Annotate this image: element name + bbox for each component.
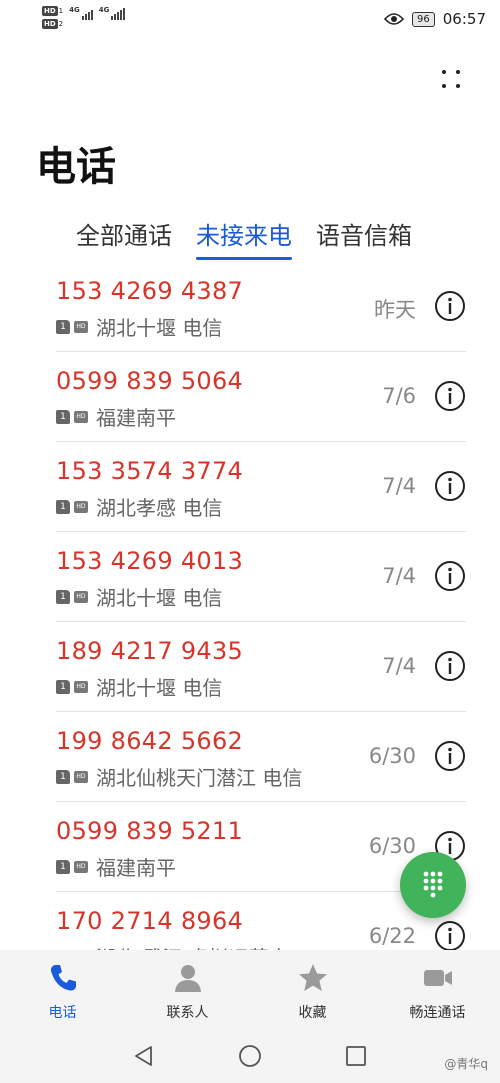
dialpad-button[interactable] <box>400 852 466 918</box>
info-icon[interactable] <box>434 470 466 502</box>
sim1-hd-badge: HD 1 <box>42 6 64 16</box>
sim2-hd-badge: HD 2 <box>42 19 64 29</box>
call-meta: 1 HD 湖北孝感 电信 <box>56 492 222 521</box>
hd-call-icon: HD <box>74 770 88 783</box>
call-date: 7/4 <box>382 564 416 588</box>
eye-comfort-icon <box>384 13 405 25</box>
caller-number: 0599 839 5211 <box>56 817 244 845</box>
tab-voicemail[interactable]: 语音信箱 <box>316 216 412 260</box>
sim-card-icon: 1 <box>56 859 70 874</box>
caller-number: 199 8642 5662 <box>56 727 244 755</box>
recents-square-icon[interactable] <box>344 1044 368 1068</box>
call-meta: 1 HD 福建南平 <box>56 402 176 431</box>
call-date: 7/6 <box>382 384 416 408</box>
nav-phone[interactable]: 电话 <box>0 950 125 1030</box>
clock: 06:57 <box>442 10 486 28</box>
caller-number: 0599 839 5064 <box>56 367 244 395</box>
video-call-icon <box>423 970 452 986</box>
call-date: 7/4 <box>382 654 416 678</box>
call-date: 6/30 <box>368 744 416 768</box>
home-circle-icon[interactable] <box>238 1044 262 1068</box>
contacts-icon <box>174 965 201 992</box>
more-dots-icon[interactable] <box>440 68 462 90</box>
battery-indicator: 96 <box>412 11 435 27</box>
status-bar: HD 1 HD 2 4G 4G 96 06:57 <box>0 0 500 40</box>
caller-number: 153 4269 4013 <box>56 547 244 575</box>
phone-icon <box>50 965 76 991</box>
nav-favorites[interactable]: 收藏 <box>250 950 375 1030</box>
info-icon[interactable] <box>434 740 466 772</box>
tab-missed-calls[interactable]: 未接来电 <box>196 216 292 260</box>
info-icon[interactable] <box>434 290 466 322</box>
missed-call-list: 153 4269 4387 1 HD 湖北十堰 电信 昨天 0599 839 5064 1 H… <box>56 262 466 950</box>
info-icon[interactable] <box>434 920 466 950</box>
back-triangle-icon[interactable] <box>132 1044 156 1068</box>
caller-location: 福建南平 <box>96 856 176 880</box>
caller-location: 湖北仙桃天门潜江 电信 <box>96 766 303 790</box>
network-type-2: 4G <box>98 6 110 14</box>
sim-card-icon: 1 <box>56 319 70 334</box>
info-icon[interactable] <box>434 560 466 592</box>
hd-call-icon: HD <box>74 680 88 693</box>
sim-card-icon: 1 <box>56 769 70 784</box>
call-row[interactable]: 189 4217 9435 1 HD 湖北十堰 电信 7/4 <box>56 622 466 712</box>
network-type-1: 4G <box>69 6 80 14</box>
call-row[interactable]: 153 4269 4387 1 HD 湖北十堰 电信 昨天 <box>56 262 466 352</box>
tab-all-calls[interactable]: 全部通话 <box>76 216 172 260</box>
call-meta: 1 HD 福建南平 <box>56 852 176 881</box>
caller-location: 湖北十堰 电信 <box>96 676 223 700</box>
call-row[interactable]: 199 8642 5662 1 HD 湖北仙桃天门潜江 电信 6/30 <box>56 712 466 802</box>
call-meta: 1HD湖北 武汉 虚拟运营商 <box>56 942 289 950</box>
call-date: 昨天 <box>374 298 416 322</box>
bottom-navigation: 电话 联系人 收藏 畅连通话 <box>0 950 500 1030</box>
call-meta: 1 HD 湖北十堰 电信 <box>56 312 222 341</box>
call-row[interactable]: 153 3574 3774 1 HD 湖北孝感 电信 7/4 <box>56 442 466 532</box>
caller-number: 153 4269 4387 <box>56 277 244 305</box>
hd-call-icon: HD <box>74 320 88 333</box>
nav-meetime[interactable]: 畅连通话 <box>375 950 500 1030</box>
call-date: 6/22 <box>368 924 416 948</box>
caller-number: 153 3574 3774 <box>56 457 244 485</box>
sim-card-icon: 1 <box>56 499 70 514</box>
caller-number: 170 2714 8964 <box>56 907 244 935</box>
signal-bars-2-icon <box>111 8 126 20</box>
sim-card-icon: 1 <box>56 589 70 604</box>
hd-call-icon: HD <box>74 860 88 873</box>
nav-contacts[interactable]: 联系人 <box>125 950 250 1030</box>
signal-indicators: HD 1 HD 2 4G 4G <box>42 6 126 29</box>
call-meta: 1 HD 湖北仙桃天门潜江 电信 <box>56 762 302 791</box>
call-date: 7/4 <box>382 474 416 498</box>
caller-number: 189 4217 9435 <box>56 637 244 665</box>
dialpad-icon <box>423 871 443 898</box>
system-navigation-bar <box>0 1030 500 1083</box>
hd-call-icon: HD <box>74 410 88 423</box>
info-icon[interactable] <box>434 380 466 412</box>
call-tabs: 全部通话 未接来电 语音信箱 <box>76 216 412 260</box>
call-row[interactable]: 0599 839 5064 1 HD 福建南平 7/6 <box>56 352 466 442</box>
caller-location: 湖北十堰 电信 <box>96 586 223 610</box>
signal-bars-1-icon <box>81 8 93 20</box>
caller-location: 湖北十堰 电信 <box>96 316 223 340</box>
caller-location: 湖北孝感 电信 <box>96 496 223 520</box>
watermark: @青华q <box>444 1057 488 1071</box>
hd-call-icon: HD <box>74 500 88 513</box>
call-row[interactable]: 153 4269 4013 1 HD 湖北十堰 电信 7/4 <box>56 532 466 622</box>
info-icon[interactable] <box>434 650 466 682</box>
call-meta: 1 HD 湖北十堰 电信 <box>56 672 222 701</box>
sim-card-icon: 1 <box>56 409 70 424</box>
sim-card-icon: 1 <box>56 679 70 694</box>
call-meta: 1 HD 湖北十堰 电信 <box>56 582 222 611</box>
caller-location: 福建南平 <box>96 406 176 430</box>
star-icon <box>298 964 327 991</box>
hd-call-icon: HD <box>74 590 88 603</box>
caller-location: 湖北 武汉 虚拟运营商 <box>96 942 289 950</box>
page-title: 电话 <box>36 144 116 190</box>
